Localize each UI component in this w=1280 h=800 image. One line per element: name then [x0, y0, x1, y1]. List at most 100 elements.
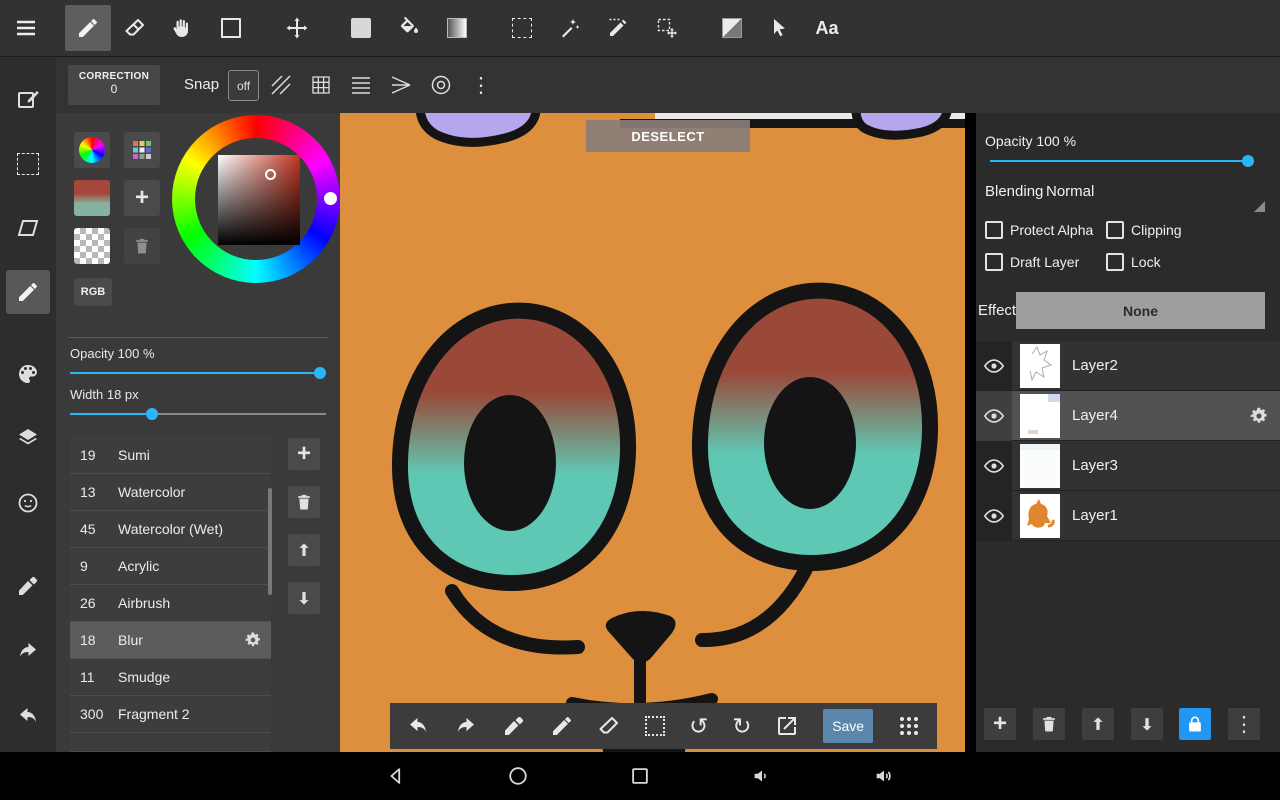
transparent-color-swatch[interactable]: [74, 228, 110, 264]
brush-row[interactable]: 11 Smudge: [70, 659, 271, 696]
palette-grid-button[interactable]: [124, 132, 160, 168]
effect-none-button[interactable]: None: [1016, 292, 1265, 329]
color-panel-button[interactable]: [6, 352, 50, 396]
layer-row-selected[interactable]: Layer4: [976, 390, 1280, 441]
brush-row[interactable]: 9 Acrylic: [70, 548, 271, 585]
snap-more-button[interactable]: ⋮: [461, 66, 501, 104]
undo-button[interactable]: [6, 694, 50, 738]
rgb-button[interactable]: RGB: [74, 278, 112, 306]
rotate-right-button[interactable]: ↻: [732, 714, 751, 738]
brush-settings-icon[interactable]: [243, 630, 263, 650]
fill-tool[interactable]: [338, 5, 384, 51]
color-wheel-toggle-button[interactable]: [74, 132, 110, 168]
text-tool[interactable]: Aa: [804, 5, 850, 51]
brush-width-slider[interactable]: [70, 407, 326, 421]
lock-layer-button[interactable]: [1179, 708, 1211, 740]
brush-button[interactable]: [550, 714, 574, 738]
save-button[interactable]: Save: [823, 709, 874, 743]
select-rect-tool[interactable]: [499, 5, 545, 51]
layer-down-button[interactable]: [1131, 708, 1163, 740]
shape-tool[interactable]: [208, 5, 254, 51]
select-button[interactable]: [6, 142, 50, 186]
brush-panel-button[interactable]: [6, 270, 50, 314]
color-wheel[interactable]: [172, 115, 340, 283]
brush-opacity-slider[interactable]: [70, 366, 326, 380]
snap-vanishing-button[interactable]: [381, 66, 421, 104]
rotate-left-button[interactable]: ↺: [689, 714, 708, 738]
brush-down-button[interactable]: [288, 582, 320, 614]
brush-row-partial[interactable]: [70, 733, 271, 752]
home-button[interactable]: [505, 763, 531, 789]
eraser-button[interactable]: [597, 714, 621, 738]
divide-tool[interactable]: [709, 5, 755, 51]
grid-button[interactable]: [897, 714, 921, 738]
transform-button[interactable]: [6, 206, 50, 250]
brush-list-scrollbar[interactable]: [268, 488, 272, 595]
brush-tool[interactable]: [65, 5, 111, 51]
add-color-button[interactable]: +: [124, 180, 160, 216]
deselect-button[interactable]: DESELECT: [586, 120, 750, 152]
brush-row[interactable]: 13 Watercolor: [70, 474, 271, 511]
saturation-value-square[interactable]: [218, 155, 300, 245]
bucket-tool[interactable]: [386, 5, 432, 51]
delete-layer-button[interactable]: [1033, 708, 1065, 740]
delete-brush-button[interactable]: [288, 486, 320, 518]
layer-opacity-slider[interactable]: [990, 154, 1254, 168]
redo-button[interactable]: [454, 714, 478, 738]
add-layer-button[interactable]: +: [984, 708, 1016, 740]
layer-row[interactable]: Layer3: [976, 440, 1280, 491]
layer-visibility-button[interactable]: [976, 340, 1012, 391]
layer-visibility-button[interactable]: [976, 440, 1012, 491]
current-color-swatch[interactable]: [74, 180, 110, 216]
brush-row[interactable]: 26 Airbrush: [70, 585, 271, 622]
snap-parallel-button[interactable]: [261, 66, 301, 104]
export-button[interactable]: [775, 714, 799, 738]
recents-button[interactable]: [627, 763, 653, 789]
gradient-tool[interactable]: [434, 5, 480, 51]
layer-row[interactable]: Layer2: [976, 340, 1280, 391]
magic-wand-tool[interactable]: [547, 5, 593, 51]
brush-row-selected[interactable]: 18 Blur: [70, 622, 271, 659]
lock-checkbox[interactable]: [1106, 253, 1124, 271]
layer-settings-icon[interactable]: [1248, 405, 1270, 427]
materials-button[interactable]: [6, 481, 50, 525]
redo-button[interactable]: [6, 629, 50, 673]
snap-radial-button[interactable]: [421, 66, 461, 104]
delete-color-button[interactable]: [124, 228, 160, 264]
brush-row[interactable]: 45 Watercolor (Wet): [70, 511, 271, 548]
hue-cursor[interactable]: [324, 192, 337, 205]
brush-row[interactable]: 19 Sumi: [70, 437, 271, 474]
layer-visibility-button[interactable]: [976, 490, 1012, 541]
layer-row[interactable]: Layer1: [976, 490, 1280, 541]
sv-cursor[interactable]: [265, 169, 276, 180]
back-button[interactable]: [383, 763, 409, 789]
brush-row[interactable]: 300 Fragment 2: [70, 696, 271, 733]
layer-up-button[interactable]: [1082, 708, 1114, 740]
volume-down-button[interactable]: [749, 763, 775, 789]
snap-grid-button[interactable]: [301, 66, 341, 104]
canvas-surface[interactable]: [340, 113, 965, 752]
eyedropper-button[interactable]: [502, 714, 526, 738]
select-move-tool[interactable]: [644, 5, 690, 51]
edit-button[interactable]: [6, 78, 50, 122]
correction-button[interactable]: CORRECTION 0: [68, 65, 160, 105]
clipping-checkbox[interactable]: [1106, 221, 1124, 239]
undo-button[interactable]: [406, 714, 430, 738]
eyedropper-button[interactable]: [6, 564, 50, 608]
transform-tool[interactable]: [274, 5, 320, 51]
cursor-tool[interactable]: [756, 5, 802, 51]
protect-alpha-checkbox[interactable]: [985, 221, 1003, 239]
blending-select[interactable]: Normal: [1046, 183, 1094, 200]
volume-up-button[interactable]: [871, 763, 897, 789]
layer-visibility-button[interactable]: [976, 390, 1012, 441]
hand-tool[interactable]: [158, 5, 204, 51]
add-brush-button[interactable]: +: [288, 438, 320, 470]
brush-up-button[interactable]: [288, 534, 320, 566]
snap-off-toggle[interactable]: off: [228, 70, 259, 101]
draft-layer-checkbox[interactable]: [985, 253, 1003, 271]
select-pen-tool[interactable]: [595, 5, 641, 51]
eraser-tool[interactable]: [112, 5, 158, 51]
layer-panel-button[interactable]: [6, 416, 50, 460]
snap-horizontal-button[interactable]: [341, 66, 381, 104]
menu-button[interactable]: [14, 16, 38, 40]
